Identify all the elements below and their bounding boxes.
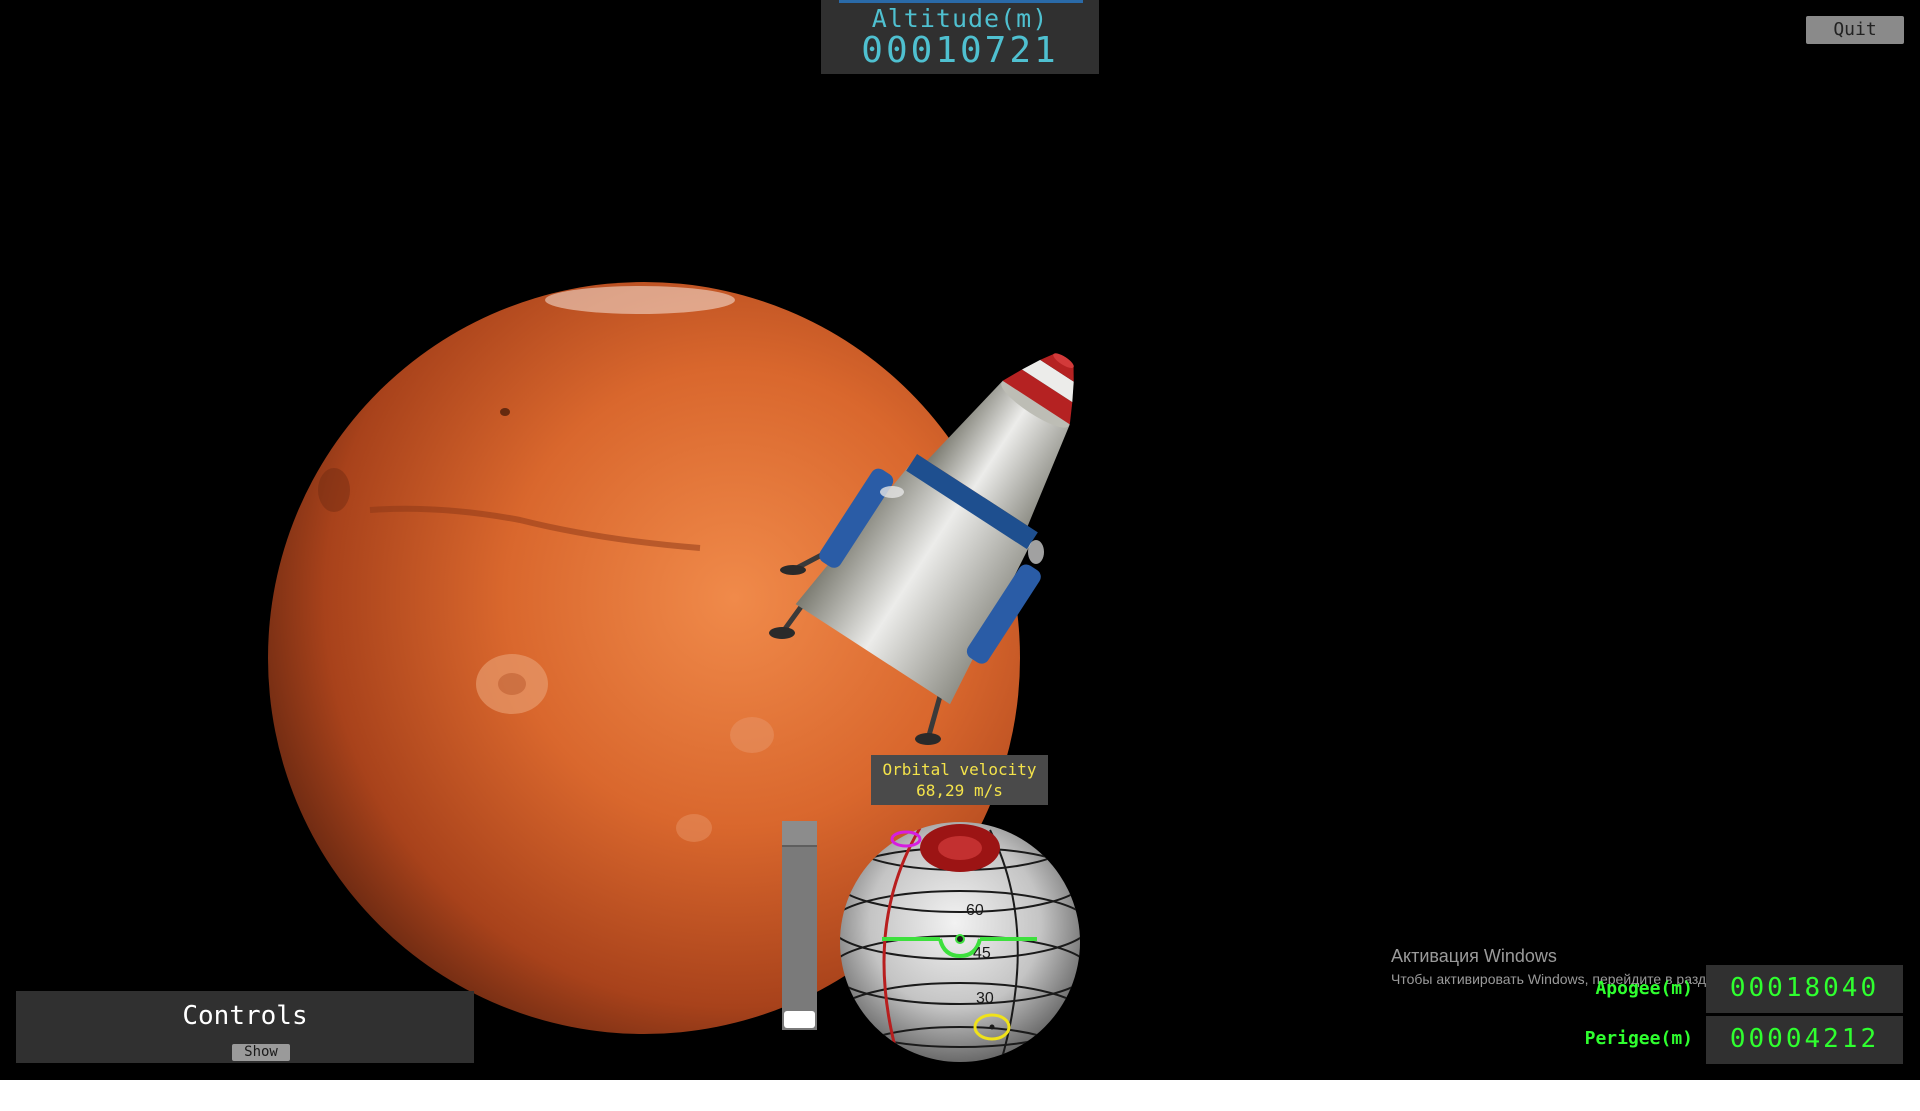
perigee-label: Perigee(m)	[1584, 1028, 1693, 1049]
quit-button[interactable]: Quit	[1806, 16, 1904, 44]
altitude-panel: Altitude(m) 00010721	[821, 0, 1099, 74]
orbital-velocity-label: Orbital velocity	[882, 760, 1037, 779]
game-viewport[interactable]: 60 45 30 Altitude(m) 00010721 Quit Orbit…	[0, 0, 1920, 1080]
altitude-panel-accent	[839, 0, 1083, 3]
controls-title: Controls	[182, 1001, 308, 1031]
apogee-panel: 00018040	[1706, 965, 1903, 1013]
throttle-fill[interactable]	[784, 1011, 815, 1028]
tick-label-45: 45	[973, 945, 991, 962]
tick-label-60: 60	[966, 902, 984, 919]
altitude-value: 00010721	[861, 30, 1059, 71]
show-controls-button[interactable]: Show	[232, 1044, 290, 1061]
orbital-velocity-value: 68,29 m/s	[916, 781, 1003, 800]
tick-label-30: 30	[976, 990, 994, 1007]
perigee-panel: 00004212	[1706, 1016, 1903, 1064]
perigee-value: 00004212	[1729, 1024, 1880, 1054]
scene-canvas	[268, 282, 1080, 1062]
controls-panel: Controls Show	[16, 991, 474, 1063]
apogee-label: Apogee(m)	[1595, 978, 1693, 999]
orbital-velocity-panel: Orbital velocity 68,29 m/s	[871, 755, 1048, 805]
throttle-slider[interactable]	[782, 821, 817, 1030]
altitude-label: Altitude(m)	[871, 4, 1049, 33]
watermark-title: Активация Windows	[1391, 946, 1557, 966]
throttle-cap	[782, 821, 817, 847]
apogee-value: 00018040	[1729, 973, 1880, 1003]
